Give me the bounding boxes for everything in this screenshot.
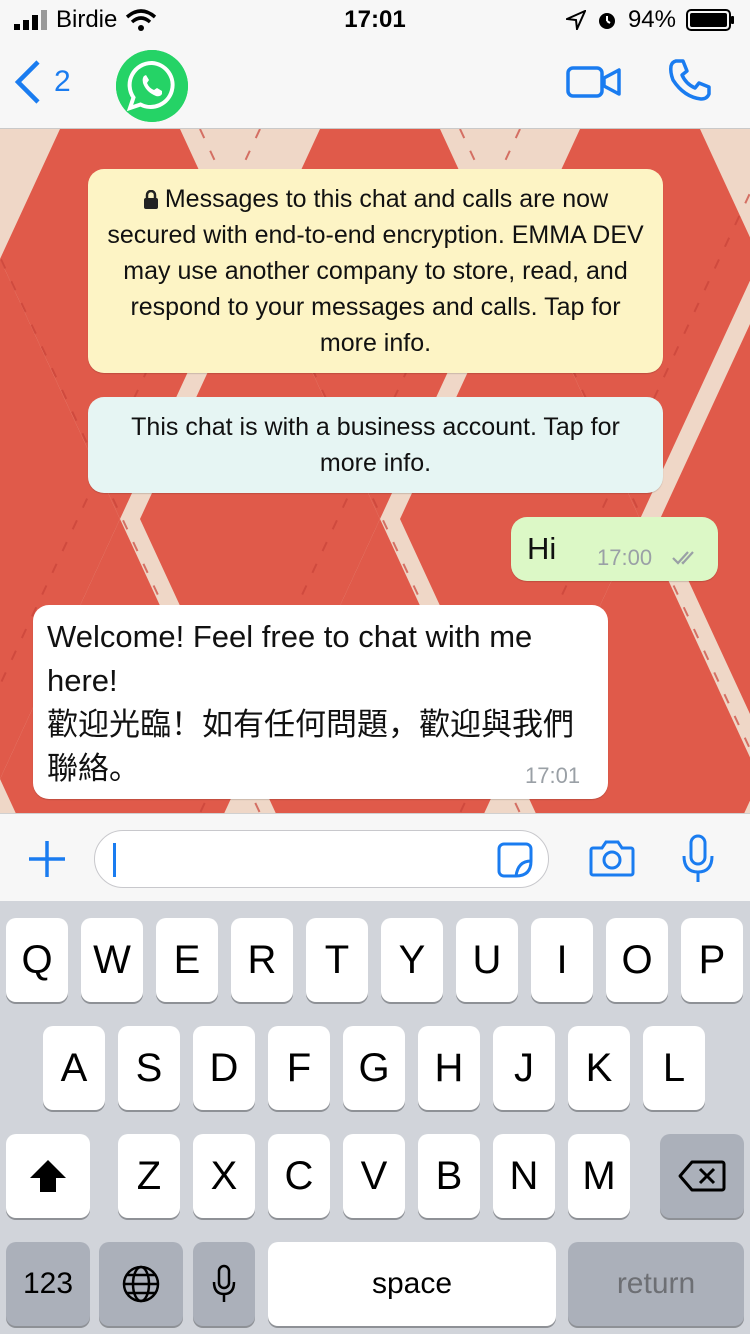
alarm-icon xyxy=(598,13,615,29)
message-body: Welcome! Feel free to chat with me here!… xyxy=(47,615,592,791)
chevron-left-icon xyxy=(14,60,40,104)
status-bar: Birdie 17:01 94% xyxy=(0,0,750,40)
message-text-english: Welcome! Feel free to chat with me here! xyxy=(47,619,533,698)
key-z[interactable]: Z xyxy=(118,1134,180,1218)
keyboard: Q W E R T Y U I O P A S D F G H J K L Z … xyxy=(0,901,750,1334)
message-text-chinese: 歡迎光臨！如有任何問題，歡迎與我們聯絡。 xyxy=(47,707,574,786)
back-button[interactable]: 2 xyxy=(14,60,71,104)
status-right: 94% xyxy=(565,6,736,34)
encryption-notice[interactable]: Messages to this chat and calls are now … xyxy=(88,169,663,373)
shift-icon xyxy=(30,1160,66,1192)
camera-icon[interactable] xyxy=(589,838,635,878)
key-a[interactable]: A xyxy=(43,1026,105,1110)
globe-icon xyxy=(122,1265,160,1303)
space-key[interactable]: space xyxy=(268,1242,556,1326)
return-key[interactable]: return xyxy=(568,1242,744,1326)
text-caret xyxy=(113,843,116,877)
sticker-icon[interactable] xyxy=(496,841,534,879)
key-q[interactable]: Q xyxy=(6,918,68,1002)
key-g[interactable]: G xyxy=(343,1026,405,1110)
key-o[interactable]: O xyxy=(606,918,668,1002)
message-time: 17:00 xyxy=(597,545,653,570)
backspace-icon xyxy=(678,1160,726,1192)
globe-key[interactable] xyxy=(99,1242,183,1326)
key-t[interactable]: T xyxy=(306,918,368,1002)
video-call-button[interactable] xyxy=(566,62,622,102)
key-e[interactable]: E xyxy=(156,918,218,1002)
back-unread-count: 2 xyxy=(54,65,71,98)
outgoing-message[interactable]: Hi 17:00 xyxy=(511,517,718,581)
key-y[interactable]: Y xyxy=(381,918,443,1002)
key-c[interactable]: C xyxy=(268,1134,330,1218)
key-s[interactable]: S xyxy=(118,1026,180,1110)
microphone-key-icon xyxy=(212,1264,236,1302)
battery-icon xyxy=(686,9,734,31)
numbers-key[interactable]: 123 xyxy=(6,1242,90,1326)
chat-area[interactable]: Messages to this chat and calls are now … xyxy=(0,129,750,813)
key-n[interactable]: N xyxy=(493,1134,555,1218)
message-input-bar xyxy=(0,813,750,902)
key-w[interactable]: W xyxy=(81,918,143,1002)
whatsapp-logo-icon xyxy=(116,50,188,122)
key-f[interactable]: F xyxy=(268,1026,330,1110)
key-j[interactable]: J xyxy=(493,1026,555,1110)
lock-icon xyxy=(143,190,158,210)
key-p[interactable]: P xyxy=(681,918,743,1002)
key-d[interactable]: D xyxy=(193,1026,255,1110)
plus-icon[interactable] xyxy=(27,839,67,879)
shift-key[interactable] xyxy=(6,1134,90,1218)
business-account-notice[interactable]: This chat is with a business account. Ta… xyxy=(88,397,663,493)
backspace-key[interactable] xyxy=(660,1134,744,1218)
double-check-icon xyxy=(672,551,694,565)
dictation-key[interactable] xyxy=(193,1242,255,1326)
key-x[interactable]: X xyxy=(193,1134,255,1218)
key-v[interactable]: V xyxy=(343,1134,405,1218)
message-text: Hi xyxy=(527,531,557,566)
chat-header: 2 xyxy=(0,40,750,129)
battery-percent: 94% xyxy=(627,6,676,33)
key-i[interactable]: I xyxy=(531,918,593,1002)
contact-avatar[interactable] xyxy=(116,50,188,122)
key-h[interactable]: H xyxy=(418,1026,480,1110)
voice-call-button[interactable] xyxy=(666,56,714,104)
key-u[interactable]: U xyxy=(456,918,518,1002)
key-k[interactable]: K xyxy=(568,1026,630,1110)
message-input[interactable] xyxy=(94,830,549,888)
encryption-notice-text: Messages to this chat and calls are now … xyxy=(107,185,644,357)
message-time: 17:01 xyxy=(525,763,581,788)
microphone-icon[interactable] xyxy=(680,834,716,884)
business-notice-text: This chat is with a business account. Ta… xyxy=(131,413,620,477)
incoming-message[interactable]: Welcome! Feel free to chat with me here!… xyxy=(33,605,608,799)
key-m[interactable]: M xyxy=(568,1134,630,1218)
key-l[interactable]: L xyxy=(643,1026,705,1110)
location-arrow-icon xyxy=(565,10,586,30)
key-b[interactable]: B xyxy=(418,1134,480,1218)
key-r[interactable]: R xyxy=(231,918,293,1002)
